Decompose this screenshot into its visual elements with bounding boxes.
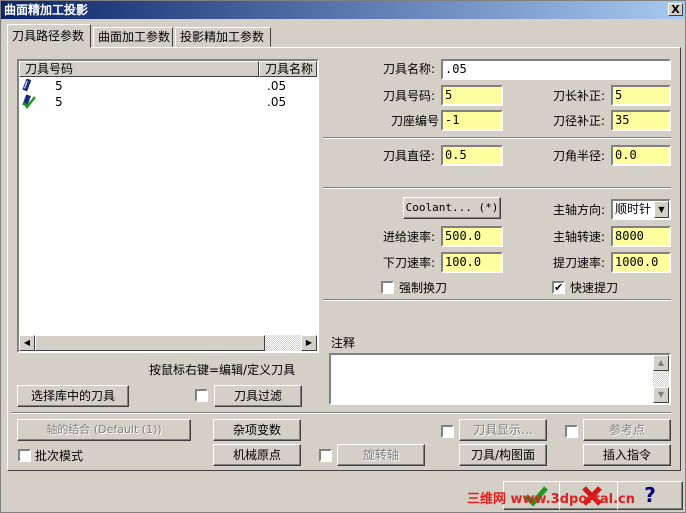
batch-mode-label: 批次模式: [35, 449, 84, 463]
horizontal-scrollbar[interactable]: ◀ ▶: [19, 335, 317, 351]
chevron-down-icon[interactable]: ▼: [654, 201, 669, 218]
tab-projection-params[interactable]: 投影精加工参数: [175, 27, 271, 47]
batch-mode-checkbox[interactable]: [18, 449, 31, 462]
scroll-down-arrow-icon[interactable]: ▼: [653, 387, 669, 403]
tool-display-checkbox[interactable]: [441, 425, 454, 438]
dialog-window: 曲面精加工投影 X 刀具路径参数 曲面加工参数 投影精加工参数 刀具号码 刀具名…: [0, 0, 686, 513]
length-comp-label: 刀长补正:: [553, 89, 606, 103]
title-bar: 曲面精加工投影: [1, 1, 685, 19]
tool-list[interactable]: 刀具号码 刀具名称 5 .05 5 .05 ◀ ▶: [17, 59, 319, 353]
tool-name-cell: .05: [267, 79, 287, 93]
tool-diameter-field[interactable]: 0.5: [441, 145, 503, 166]
tool-display-button[interactable]: 刀具显示...: [459, 419, 547, 441]
tab-toolpath-params[interactable]: 刀具路径参数: [7, 24, 91, 48]
notes-label: 注释: [331, 336, 356, 350]
rapid-retract-checkbox[interactable]: ✔: [552, 281, 565, 294]
scroll-up-arrow-icon[interactable]: ▲: [653, 355, 669, 371]
machine-origin-button[interactable]: 机械原点: [213, 444, 301, 466]
tool-diameter-label: 刀具直径:: [383, 149, 436, 163]
close-button[interactable]: X: [668, 3, 683, 16]
divider: [323, 299, 671, 301]
tool-number-cell: 5: [55, 79, 63, 93]
tool-number-field[interactable]: 5: [441, 85, 503, 106]
spindle-direction-select[interactable]: 顺时针 ▼: [611, 199, 671, 220]
feed-rate-label: 进给速率:: [383, 230, 436, 244]
table-row[interactable]: 5 .05: [19, 94, 311, 110]
dia-comp-field[interactable]: 35: [611, 110, 671, 131]
axis-combination-button[interactable]: 轴的结合 (Default (1)): [17, 419, 191, 441]
corner-radius-field[interactable]: 0.0: [611, 145, 671, 166]
watermark: 三维网 www.3dportal.cn: [467, 492, 636, 507]
spindle-speed-field[interactable]: 8000: [611, 226, 671, 247]
select-library-tool-button[interactable]: 选择库中的刀具: [17, 385, 129, 407]
tool-filter-button[interactable]: 刀具过滤: [214, 385, 302, 407]
feed-rate-field[interactable]: 500.0: [441, 226, 503, 247]
tool-plane-button[interactable]: 刀具/构图面: [459, 444, 547, 466]
tool-name-field[interactable]: .05: [441, 59, 671, 80]
misc-variables-button[interactable]: 杂项变数: [213, 419, 301, 441]
notes-scrollbar[interactable]: ▲ ▼: [653, 355, 669, 403]
holder-number-field[interactable]: -1: [441, 110, 503, 131]
tool-filter-checkbox[interactable]: [195, 389, 208, 402]
tool-number-label: 刀具号码:: [383, 89, 436, 103]
plunge-rate-label: 下刀速率:: [383, 256, 436, 270]
corner-radius-label: 刀角半径:: [553, 149, 606, 163]
dia-comp-label: 刀径补正:: [553, 114, 606, 128]
retract-rate-field[interactable]: 1000.0: [611, 252, 671, 273]
force-tool-change-label: 强制换刀: [399, 281, 448, 295]
reference-point-checkbox[interactable]: [565, 425, 578, 438]
table-row[interactable]: 5 .05: [19, 78, 311, 94]
tab-surface-params[interactable]: 曲面加工参数: [93, 27, 173, 47]
insert-command-button[interactable]: 插入指令: [583, 444, 671, 466]
tool-name-label: 刀具名称:: [383, 62, 436, 76]
window-title: 曲面精加工投影: [4, 3, 89, 17]
rapid-retract-label: 快速提刀: [570, 281, 619, 295]
divider: [11, 412, 671, 414]
scroll-left-arrow-icon[interactable]: ◀: [19, 335, 35, 351]
rotary-axis-button[interactable]: 旋转轴: [337, 444, 425, 466]
spindle-speed-label: 主轴转速:: [553, 230, 606, 244]
plunge-rate-field[interactable]: 100.0: [441, 252, 503, 273]
right-click-hint: 按鼠标右键=编辑/定义刀具: [149, 363, 296, 377]
holder-number-label: 刀座编号: [391, 114, 440, 128]
divider: [323, 137, 671, 139]
coolant-button[interactable]: Coolant... (*): [403, 197, 501, 219]
reference-point-button[interactable]: 参考点: [583, 419, 671, 441]
tool-number-cell: 5: [55, 95, 63, 109]
notes-textarea[interactable]: ▲ ▼: [329, 353, 671, 405]
header-tool-name[interactable]: 刀具名称: [259, 61, 317, 77]
length-comp-field[interactable]: 5: [611, 85, 671, 106]
scrollbar-thumb[interactable]: [35, 335, 265, 351]
force-tool-change-checkbox[interactable]: [381, 281, 394, 294]
rotary-axis-checkbox[interactable]: [319, 449, 332, 462]
tool-icon: [21, 78, 33, 93]
scroll-right-arrow-icon[interactable]: ▶: [301, 335, 317, 351]
header-tool-number[interactable]: 刀具号码: [19, 61, 259, 77]
tool-checked-icon: [21, 94, 37, 110]
help-icon: ?: [644, 483, 656, 507]
tool-name-cell: .05: [267, 95, 287, 109]
spindle-direction-label: 主轴方向:: [553, 203, 606, 217]
retract-rate-label: 提刀速率:: [553, 256, 606, 270]
divider: [323, 187, 671, 189]
